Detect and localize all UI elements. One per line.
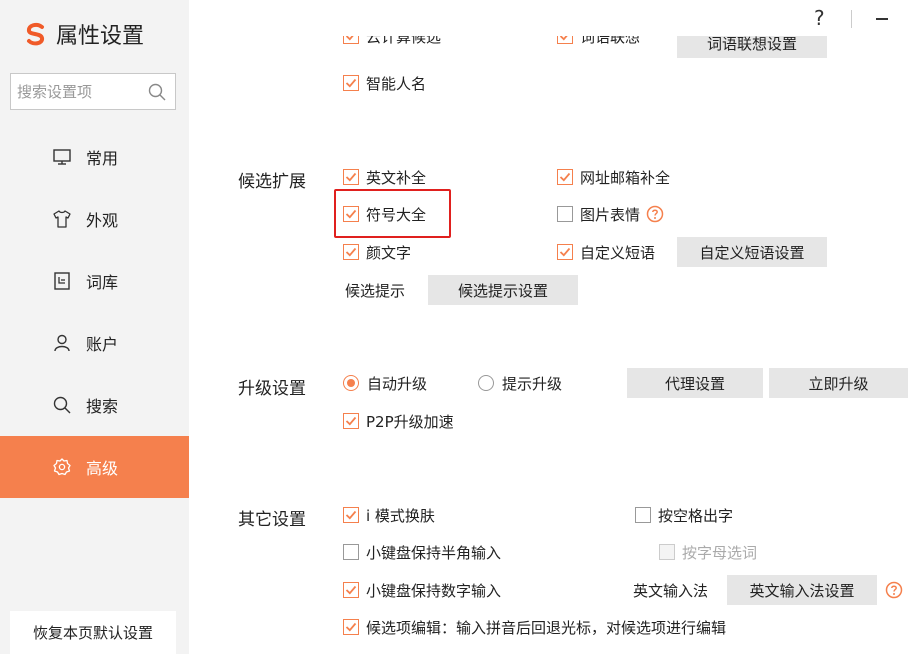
sidebar-item-label: 搜索: [86, 397, 119, 416]
numeric-checkbox[interactable]: 小键盘保持数字输入: [343, 579, 501, 601]
phrase-assoc-row: 词语联想: [557, 36, 677, 58]
sidebar-item-label: 高级: [86, 459, 119, 478]
settings-search[interactable]: [10, 73, 176, 110]
checkbox-checked-icon: [557, 36, 573, 44]
auto-upgrade-radio[interactable]: 自动升级: [343, 372, 427, 394]
brand: 属性设置: [24, 20, 145, 49]
sidebar-item-label: 外观: [86, 211, 119, 230]
sidebar-item-search[interactable]: 搜索: [0, 374, 189, 436]
cloud-candidate-checkbox[interactable]: 云计算候选: [343, 36, 533, 47]
search-input[interactable]: [17, 82, 137, 101]
search-icon[interactable]: [147, 82, 167, 102]
checkbox-unchecked-icon: [343, 544, 359, 560]
upgrade-title: 升级设置: [238, 379, 306, 399]
tshirt-icon: [52, 209, 72, 229]
url-email-checkbox[interactable]: 网址邮箱补全: [557, 166, 670, 188]
candidate-hint-label: 候选提示: [345, 282, 406, 300]
english-complete-checkbox[interactable]: 英文补全: [343, 166, 426, 188]
custom-phrase-checkbox[interactable]: 自定义短语: [557, 241, 655, 263]
phrase-assoc-settings-row: 词语联想设置: [677, 36, 827, 60]
sidebar: 属性设置 常用 外观 词库: [0, 0, 189, 654]
eng-ime-label: 英文输入法: [633, 582, 709, 600]
kaomoji-checkbox[interactable]: 颜文字: [343, 241, 411, 263]
monitor-icon: [52, 147, 72, 167]
restore-defaults-button[interactable]: 恢复本页默认设置: [10, 611, 176, 654]
candidate-ext-title: 候选扩展: [238, 172, 306, 192]
sidebar-item-label: 词库: [86, 273, 119, 292]
checkbox-checked-icon: [343, 619, 359, 635]
sidebar-item-account[interactable]: 账户: [0, 312, 189, 374]
settings-content: 云计算候选 词语联想 词语联想设置 智能人名 候选扩展 英文补全 网址邮箱补全: [189, 0, 914, 654]
sogou-logo-icon: [26, 22, 44, 46]
candidate-edit-checkbox[interactable]: 候选项编辑：输入拼音后回退光标，对候选项进行编辑: [343, 616, 726, 638]
checkbox-checked-icon: [343, 582, 359, 598]
cloud-candidate-row: 云计算候选: [343, 36, 533, 58]
eng-ime-settings-button[interactable]: 英文输入法设置: [727, 575, 877, 605]
p2p-accel-checkbox[interactable]: P2P升级加速: [343, 410, 454, 432]
help-icon[interactable]: [885, 581, 903, 599]
dictionary-icon: [52, 271, 72, 291]
gear-icon: [52, 457, 72, 477]
phrase-assoc-settings-button[interactable]: 词语联想设置: [677, 36, 827, 58]
radio-unselected-icon: [478, 375, 494, 391]
prompt-upgrade-radio[interactable]: 提示升级: [478, 372, 562, 394]
upgrade-now-button[interactable]: 立即升级: [769, 368, 908, 398]
checkbox-unchecked-icon: [635, 507, 651, 523]
radio-selected-icon: [343, 375, 359, 391]
sidebar-item-label: 账户: [86, 335, 119, 354]
app-title: 属性设置: [56, 24, 145, 49]
search-icon: [52, 395, 72, 415]
checkbox-checked-icon: [343, 244, 359, 260]
sidebar-item-advanced[interactable]: 高级: [0, 436, 189, 498]
image-emoji-checkbox[interactable]: 图片表情: [557, 203, 664, 225]
sidebar-item-dictionary[interactable]: 词库: [0, 250, 189, 312]
checkbox-checked-icon: [557, 244, 573, 260]
proxy-settings-button[interactable]: 代理设置: [627, 368, 763, 398]
user-icon: [52, 333, 72, 353]
checkbox-checked-icon: [343, 507, 359, 523]
checkbox-checked-icon: [343, 75, 359, 91]
checkbox-disabled-icon: [659, 544, 675, 560]
sidebar-item-common[interactable]: 常用: [0, 126, 189, 188]
half-width-checkbox[interactable]: 小键盘保持半角输入: [343, 541, 501, 563]
checkbox-checked-icon: [557, 169, 573, 185]
checkbox-unchecked-icon: [557, 206, 573, 222]
checkbox-checked-icon: [343, 36, 359, 44]
sidebar-item-appearance[interactable]: 外观: [0, 188, 189, 250]
highlight-frame: [334, 189, 451, 238]
custom-phrase-settings-button[interactable]: 自定义短语设置: [677, 237, 827, 267]
smart-name-checkbox[interactable]: 智能人名: [343, 72, 426, 94]
candidate-hint-settings-button[interactable]: 候选提示设置: [428, 275, 578, 305]
letter-select-checkbox: 按字母选词: [659, 541, 757, 563]
other-title: 其它设置: [238, 510, 306, 530]
i-mode-checkbox[interactable]: i 模式换肤: [343, 504, 435, 526]
sidebar-item-label: 常用: [86, 149, 119, 168]
help-icon[interactable]: [646, 205, 664, 223]
phrase-assoc-checkbox[interactable]: 词语联想: [557, 36, 677, 47]
checkbox-checked-icon: [343, 413, 359, 429]
space-output-checkbox[interactable]: 按空格出字: [635, 504, 733, 526]
checkbox-checked-icon: [343, 169, 359, 185]
